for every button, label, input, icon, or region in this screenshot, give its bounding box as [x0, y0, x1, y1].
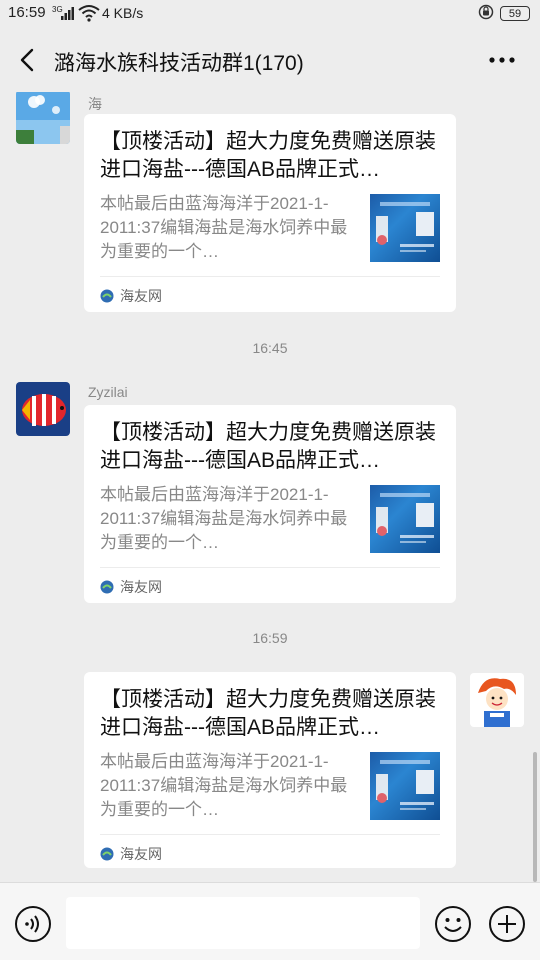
card-divider: [100, 834, 440, 835]
chat-title: 潞海水族科技活动群1(170): [54, 52, 304, 75]
link-card[interactable]: 【顶楼活动】超大力度免费赠送原装进口海盐---德国AB品牌正式… 本帖最后由蓝海…: [84, 114, 456, 312]
card-description: 本帖最后由蓝海海洋于2021-1-2011:37编辑海盐是海水饲养中最为重要的一…: [100, 485, 348, 552]
card-title: 【顶楼活动】超大力度免费赠送原装进口海盐---德国AB品牌正式…: [100, 688, 436, 739]
voice-icon[interactable]: [14, 905, 52, 943]
sender-name: 海: [88, 96, 102, 112]
haiyou-logo-icon: [100, 847, 114, 861]
card-source-label: 海友网: [120, 288, 162, 304]
signal-icon: 3G: [52, 4, 74, 26]
chat-header: 潞海水族科技活动群1(170): [0, 28, 540, 92]
haiyou-logo-icon: [100, 580, 114, 594]
back-arrow-icon[interactable]: [16, 46, 40, 74]
card-title: 【顶楼活动】超大力度免费赠送原装进口海盐---德国AB品牌正式…: [100, 130, 436, 181]
battery-indicator: 59: [500, 6, 530, 21]
card-divider: [100, 567, 440, 568]
card-source: 海友网: [100, 577, 162, 597]
alarm-icon: [478, 4, 494, 20]
status-bar: 16:59 3G 4 KB/s 59: [0, 0, 540, 28]
plus-icon[interactable]: [488, 905, 526, 943]
avatar-self[interactable]: [470, 673, 524, 727]
network-type: 3G: [52, 5, 63, 14]
timestamp: 16:45: [252, 340, 288, 356]
card-thumbnail: [370, 485, 440, 553]
link-card[interactable]: 【顶楼活动】超大力度免费赠送原装进口海盐---德国AB品牌正式… 本帖最后由蓝海…: [84, 405, 456, 603]
card-thumbnail: [370, 752, 440, 820]
card-source-label: 海友网: [120, 579, 162, 595]
card-description: 本帖最后由蓝海海洋于2021-1-2011:37编辑海盐是海水饲养中最为重要的一…: [100, 194, 348, 261]
avatar-sender-2[interactable]: [16, 382, 70, 436]
card-description: 本帖最后由蓝海海洋于2021-1-2011:37编辑海盐是海水饲养中最为重要的一…: [100, 752, 348, 819]
card-title: 【顶楼活动】超大力度免费赠送原装进口海盐---德国AB品牌正式…: [100, 421, 436, 472]
scrollbar[interactable]: [533, 752, 537, 882]
status-time: 16:59: [8, 4, 46, 21]
emoji-icon[interactable]: [434, 905, 472, 943]
network-speed: 4 KB/s: [102, 5, 144, 21]
card-thumbnail: [370, 194, 440, 262]
sender-name: Zyzilai: [88, 384, 128, 400]
card-source: 海友网: [100, 286, 162, 306]
link-card[interactable]: 【顶楼活动】超大力度免费赠送原装进口海盐---德国AB品牌正式… 本帖最后由蓝海…: [84, 672, 456, 868]
message-input[interactable]: [66, 897, 420, 949]
wifi-icon: [78, 4, 100, 26]
card-divider: [100, 276, 440, 277]
timestamp: 16:59: [252, 630, 288, 646]
more-dots-icon[interactable]: [488, 50, 518, 70]
avatar-sender-1[interactable]: [16, 92, 70, 144]
haiyou-logo-icon: [100, 289, 114, 303]
card-source-label: 海友网: [120, 846, 162, 862]
input-bar: [0, 882, 540, 960]
chat-area[interactable]: 海 【顶楼活动】超大力度免费赠送原装进口海盐---德国AB品牌正式… 本帖最后由…: [0, 92, 540, 882]
card-source: 海友网: [100, 844, 162, 864]
